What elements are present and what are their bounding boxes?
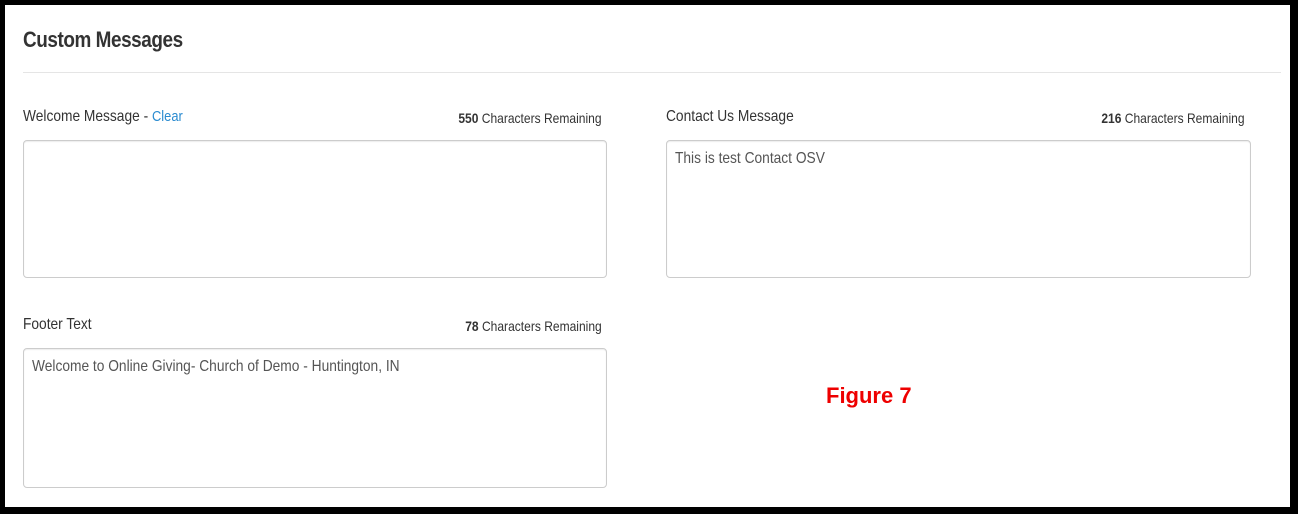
welcome-char-counter: 550 Characters Remaining — [459, 110, 602, 126]
footer-text-textarea[interactable]: Welcome to Online Giving- Church of Demo… — [23, 348, 607, 488]
screenshot-frame: Custom Messages Welcome Message - Clear … — [0, 0, 1298, 514]
welcome-message-label: Welcome Message - Clear — [23, 108, 183, 126]
contact-message-value: This is test Contact OSV — [675, 150, 825, 167]
contact-message-label: Contact Us Message — [666, 108, 794, 125]
welcome-char-count: 550 — [458, 110, 479, 126]
contact-char-count-label: Characters Remaining — [1121, 110, 1245, 126]
welcome-message-label-text: Welcome Message - — [23, 108, 152, 125]
welcome-message-textarea[interactable] — [23, 140, 607, 278]
footer-text-label: Footer Text — [23, 316, 92, 333]
panel-title: Custom Messages — [23, 27, 183, 52]
footer-char-counter: 78 Characters Remaining — [465, 318, 602, 334]
figure-caption: Figure 7 — [826, 383, 912, 408]
contact-message-textarea[interactable]: This is test Contact OSV — [666, 140, 1251, 278]
footer-char-count-label: Characters Remaining — [478, 318, 602, 334]
welcome-char-count-label: Characters Remaining — [478, 110, 602, 126]
title-divider — [23, 72, 1281, 73]
footer-char-count: 78 — [465, 318, 479, 334]
clear-link[interactable]: Clear — [152, 108, 183, 125]
contact-char-count: 216 — [1101, 110, 1122, 126]
footer-text-value: Welcome to Online Giving- Church of Demo… — [32, 358, 400, 375]
contact-char-counter: 216 Characters Remaining — [1102, 110, 1245, 126]
